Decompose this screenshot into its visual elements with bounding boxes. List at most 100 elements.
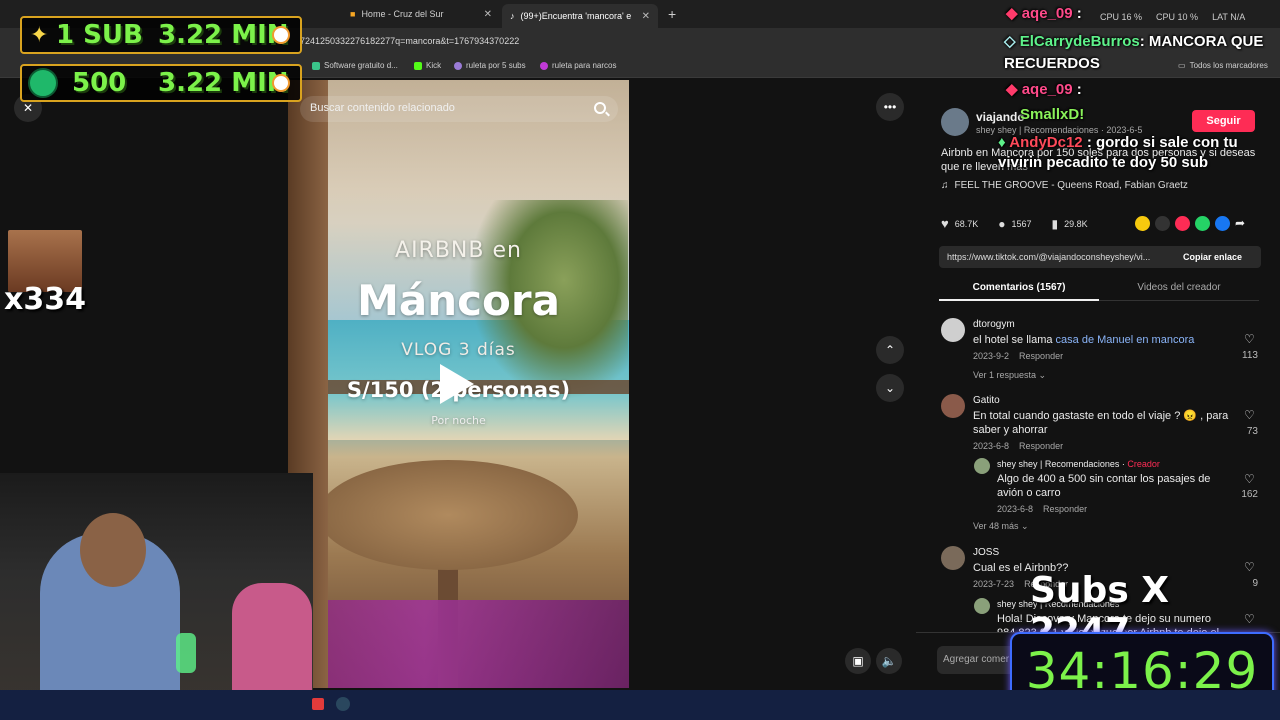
copy-link-button[interactable]: Copiar enlace bbox=[1183, 252, 1242, 262]
music-note-icon: ♫ bbox=[941, 180, 949, 191]
stat: CPU 10 % bbox=[1156, 12, 1199, 22]
sub-label: 1 SUB bbox=[56, 20, 143, 50]
post-author[interactable]: viajando bbox=[976, 110, 1025, 124]
chat-user: aqe_09 bbox=[1021, 5, 1073, 22]
comment-user[interactable]: Gatito bbox=[973, 395, 1000, 406]
close-icon[interactable]: ✕ bbox=[642, 11, 650, 22]
avatar[interactable] bbox=[974, 598, 990, 614]
kick-coin-icon bbox=[28, 68, 58, 98]
avatar[interactable] bbox=[941, 394, 965, 418]
creator-badge: Creador bbox=[1127, 459, 1160, 469]
whatsapp-icon[interactable] bbox=[1195, 216, 1210, 231]
bookmark-item[interactable]: Kick bbox=[414, 61, 441, 70]
heart-icon[interactable]: ♡ bbox=[1244, 409, 1256, 421]
bookmark-label: Kick bbox=[426, 61, 442, 70]
wheel-icon bbox=[540, 61, 548, 70]
tab-cruz-del-sur[interactable]: ■ Home - Cruz del Sur ✕ bbox=[342, 4, 500, 24]
play-icon[interactable] bbox=[440, 364, 474, 404]
post-actions: ♥ 68.7K ● 1567 ▮ 29.8K bbox=[941, 216, 1088, 231]
performance-stats: CPU 16 % CPU 10 % LAT N/A bbox=[1100, 12, 1245, 22]
tab-creator-videos[interactable]: Videos del creador bbox=[1099, 282, 1259, 293]
comment-date: 2023-6-8 bbox=[973, 441, 1010, 451]
sub-timer-overlay: ✦ 1 SUB 3.22 MIN 500 3.22 MIN bbox=[20, 16, 302, 106]
chat-message: SmallxD! bbox=[1020, 106, 1084, 123]
avatar[interactable] bbox=[941, 546, 965, 570]
search-icon[interactable] bbox=[594, 102, 606, 114]
app-icon[interactable] bbox=[312, 698, 324, 710]
close-icon[interactable]: ✕ bbox=[484, 9, 492, 20]
badge-icon: ◇ bbox=[1004, 33, 1016, 50]
link-text[interactable]: https://www.tiktok.com/@viajandoconsheys… bbox=[947, 252, 1177, 262]
embed-icon[interactable] bbox=[1155, 216, 1170, 231]
comment-text: el hotel se llama casa de Manuel en manc… bbox=[973, 333, 1194, 347]
wheel-icon bbox=[454, 61, 462, 70]
chat-message: ♦ AndyDc12 : gordo si sale con tu viviri… bbox=[998, 133, 1273, 173]
volume-icon[interactable]: 🔈 bbox=[876, 648, 902, 674]
comment-user[interactable]: dtorogym bbox=[973, 319, 1015, 330]
new-tab-button[interactable]: + bbox=[660, 4, 684, 24]
tab-tiktok[interactable]: ♪ (99+)Encuentra 'mancora' en Ti ✕ bbox=[502, 4, 658, 28]
chat-message: ◆ aqe_09 : bbox=[1006, 4, 1082, 22]
music-line[interactable]: ♫ FEEL THE GROOVE - Queens Road, Fabian G… bbox=[941, 180, 1188, 191]
coin-icon[interactable] bbox=[1135, 216, 1150, 231]
comment-user[interactable]: shey shey | Recomendaciones · Creador bbox=[997, 459, 1160, 469]
heart-icon[interactable]: ♡ bbox=[1244, 333, 1256, 345]
clock-icon bbox=[272, 74, 290, 92]
tab-indicator bbox=[939, 299, 1099, 301]
badge-icon: ◆ bbox=[1006, 5, 1018, 22]
emote-counter: x334 bbox=[4, 282, 86, 317]
add-comment-input[interactable]: Agregar comer bbox=[937, 646, 1017, 674]
bookmark-icon bbox=[312, 61, 320, 70]
steam-icon[interactable] bbox=[336, 697, 350, 711]
url-text[interactable]: 7241250332276182277q=mancora&t=176793437… bbox=[300, 36, 519, 46]
microphone-light bbox=[176, 633, 196, 673]
bookmark-item[interactable]: ruleta para narcos bbox=[540, 61, 616, 70]
comment-date: 2023-6-8 bbox=[997, 504, 1034, 514]
kick-label: 500 bbox=[72, 68, 127, 98]
related-search-input[interactable]: Buscar contenido relacionado bbox=[300, 96, 618, 122]
video-caption-line: AIRBNB en bbox=[395, 238, 522, 263]
bookmark-icon[interactable]: ▮ bbox=[1052, 217, 1059, 231]
facebook-icon[interactable] bbox=[1215, 216, 1230, 231]
next-video-button[interactable]: ⌄ bbox=[876, 374, 904, 402]
view-more-replies[interactable]: Ver 48 más ⌄ bbox=[973, 521, 1029, 532]
send-icon[interactable] bbox=[1175, 216, 1190, 231]
video-table bbox=[318, 460, 578, 570]
kick-row: 500 3.22 MIN bbox=[20, 64, 302, 102]
chat-text: : bbox=[1076, 81, 1082, 98]
comment-date: 2023-7-23 bbox=[973, 579, 1015, 589]
comment-meta: 2023-6-8 Responder bbox=[973, 441, 1063, 451]
bookmark-item[interactable]: ruleta por 5 subs bbox=[454, 61, 526, 70]
chat-user: aqe_09 bbox=[1021, 81, 1073, 98]
reply-button[interactable]: Responder bbox=[1019, 441, 1063, 451]
bookmark-item[interactable]: Software gratuito d... bbox=[312, 61, 398, 70]
comment-icon[interactable]: ● bbox=[998, 217, 1005, 231]
save-count: 29.8K bbox=[1064, 218, 1088, 229]
comment-text: Algo de 400 a 500 sin contar los pasajes… bbox=[997, 473, 1211, 499]
avatar[interactable] bbox=[941, 318, 965, 342]
like-count: 68.7K bbox=[954, 218, 979, 229]
tab-comments[interactable]: Comentarios (1567) bbox=[939, 282, 1099, 293]
avatar[interactable] bbox=[974, 458, 990, 474]
share-arrow-icon[interactable]: ➦ bbox=[1235, 216, 1245, 231]
previous-video-button[interactable]: ⌃ bbox=[876, 336, 904, 364]
reply-button[interactable]: Responder bbox=[1043, 504, 1087, 514]
search-placeholder: Buscar contenido relacionado bbox=[310, 102, 455, 114]
reply-button[interactable]: Responder bbox=[1019, 351, 1063, 361]
comment-search-link[interactable]: casa de Manuel en mancora bbox=[1056, 334, 1195, 346]
pip-icon[interactable]: ▣ bbox=[845, 648, 871, 674]
music-title: FEEL THE GROOVE - Queens Road, Fabian Gr… bbox=[954, 180, 1188, 191]
more-options-button[interactable]: ••• bbox=[876, 93, 904, 121]
bus-icon: ■ bbox=[350, 9, 356, 19]
comment-meta: 2023-9-2 Responder bbox=[973, 351, 1063, 361]
badge-icon: ◆ bbox=[1006, 81, 1018, 98]
bookmark-label: Software gratuito d... bbox=[324, 61, 398, 70]
heart-icon[interactable]: ♡ bbox=[1244, 473, 1256, 485]
like-icon[interactable]: ♥ bbox=[941, 216, 949, 231]
kick-time: 3.22 MIN bbox=[158, 68, 289, 98]
view-replies[interactable]: Ver 1 respuesta ⌄ bbox=[973, 370, 1046, 381]
avatar[interactable] bbox=[941, 108, 969, 136]
comment-user[interactable]: JOSS bbox=[973, 547, 999, 558]
follow-button[interactable]: Seguir bbox=[1192, 110, 1255, 132]
comment-meta: 2023-6-8 Responder bbox=[997, 504, 1087, 514]
